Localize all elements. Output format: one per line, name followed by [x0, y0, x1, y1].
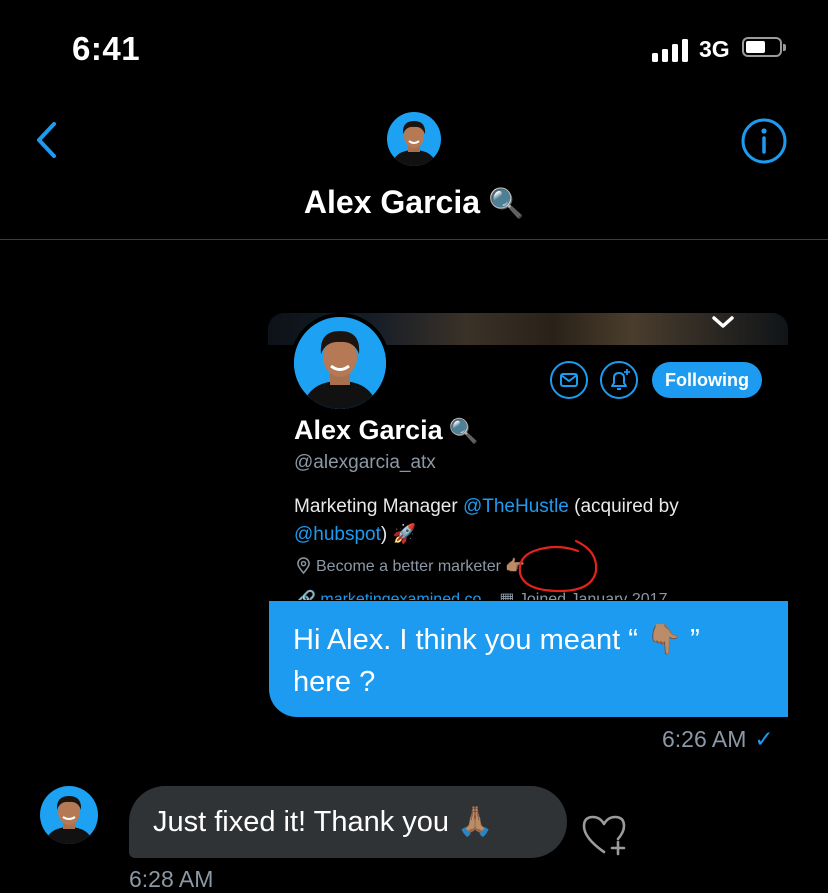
sent-check-icon: ✓	[754, 726, 774, 752]
status-time: 6:41	[72, 30, 141, 67]
sender-avatar[interactable]	[40, 786, 98, 844]
pointing-down-emoji: 👇🏽	[645, 624, 683, 656]
website-link: marketingexamined.co	[320, 591, 482, 600]
network-label: 3G	[699, 36, 730, 62]
following-button: Following	[652, 362, 762, 398]
profile-avatar	[290, 313, 390, 413]
message-text: ”	[682, 624, 700, 656]
info-icon[interactable]	[740, 117, 788, 165]
magnifier-emoji: 🔍	[488, 188, 525, 220]
shared-profile-screenshot[interactable]: Following Alex Garcia 🔍 @alexgarcia_atx M…	[268, 313, 788, 600]
bio-text: (acquired by	[568, 496, 679, 517]
message-text: Just fixed it! Thank you	[153, 806, 458, 838]
red-annotation-circle	[518, 539, 598, 593]
location-text: Become a better marketer	[316, 558, 501, 575]
message-button	[550, 361, 588, 399]
bio-text: ) 🚀	[380, 524, 417, 545]
conversation-title: Alex Garcia 🔍	[0, 184, 828, 221]
profile-name-text: Alex Garcia	[294, 415, 443, 445]
heart-plus-icon[interactable]	[580, 812, 634, 856]
message-text: here ?	[293, 666, 376, 698]
notify-button	[600, 361, 638, 399]
magnifier-emoji: 🔍	[448, 418, 479, 445]
header-avatar[interactable]	[387, 112, 441, 166]
folded-hands-emoji: 🙏🏽	[457, 806, 494, 838]
incoming-message-bubble[interactable]: Just fixed it! Thank you 🙏🏽	[129, 786, 567, 858]
profile-location: Become a better marketer 👉🏽	[296, 556, 525, 576]
back-chevron-icon[interactable]	[32, 120, 62, 160]
timestamp-text: 6:26 AM	[662, 726, 747, 752]
contact-name: Alex Garcia	[303, 184, 480, 220]
bio-mention-hubspot: @hubspot	[294, 524, 381, 545]
outgoing-timestamp: 6:26 AM ✓	[662, 726, 774, 753]
mail-icon	[560, 373, 578, 387]
profile-website-joined: 🔗 marketingexamined.co ▦ Joined January 2…	[296, 589, 667, 600]
incoming-timestamp: 6:28 AM	[129, 866, 214, 892]
location-pin-icon	[297, 557, 310, 575]
bio-mention-thehustle: @TheHustle	[462, 496, 569, 517]
message-text: Hi Alex. I think you meant “	[293, 624, 646, 656]
signal-icon	[652, 38, 690, 62]
profile-handle: @alexgarcia_atx	[294, 452, 436, 473]
outgoing-message-bubble[interactable]: Hi Alex. I think you meant “ 👇🏽 ” here ?	[269, 601, 788, 717]
chevron-down-icon	[712, 316, 734, 328]
profile-name: Alex Garcia 🔍	[294, 415, 478, 446]
header-divider	[0, 239, 828, 240]
bio-text: Marketing Manager	[294, 496, 463, 517]
battery-icon	[742, 37, 786, 59]
bell-plus-icon	[611, 369, 630, 390]
